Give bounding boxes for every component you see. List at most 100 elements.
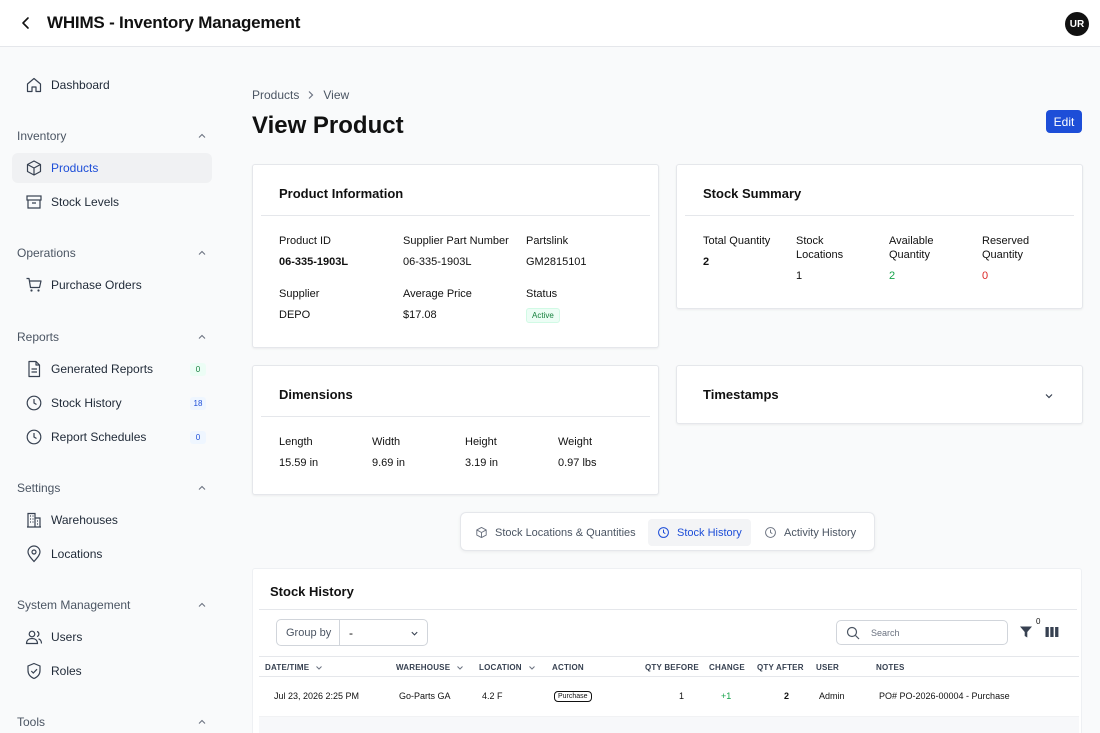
sidebar-item-products[interactable]: Products bbox=[12, 153, 212, 183]
product-information-card: Product Information Product ID 06-335-19… bbox=[252, 164, 659, 348]
search-input[interactable] bbox=[871, 625, 1001, 641]
sidebar-item-stock-levels[interactable]: Stock Levels bbox=[12, 187, 212, 217]
field-value: 2 bbox=[889, 270, 896, 282]
section-label: Inventory bbox=[17, 129, 67, 143]
tab-stock-locations[interactable]: Stock Locations & Quantities bbox=[467, 519, 644, 546]
field-label: Available Quantity bbox=[889, 235, 934, 261]
chevron-right-icon bbox=[308, 91, 314, 99]
users-icon bbox=[25, 630, 43, 645]
sidebar-item-roles[interactable]: Roles bbox=[12, 656, 212, 686]
archive-icon bbox=[26, 195, 42, 209]
field-value: GM2815101 bbox=[526, 256, 587, 268]
divider bbox=[261, 416, 650, 417]
table-row[interactable] bbox=[259, 717, 1079, 733]
filter-icon[interactable] bbox=[1019, 625, 1033, 639]
section-system-management[interactable]: System Management bbox=[17, 598, 207, 614]
sidebar-item-purchase-orders[interactable]: Purchase Orders bbox=[12, 270, 212, 300]
clock-icon bbox=[765, 527, 776, 538]
cell-qty-before: 1 bbox=[679, 691, 685, 701]
column-header-location[interactable]: LOCATION bbox=[479, 663, 536, 672]
sidebar-item-locations[interactable]: Locations bbox=[12, 539, 212, 569]
section-operations[interactable]: Operations bbox=[17, 246, 207, 262]
shield-check-icon bbox=[27, 662, 41, 680]
back-button[interactable] bbox=[16, 13, 36, 33]
tab-label: Activity History bbox=[784, 526, 857, 539]
sidebar-item-report-schedules[interactable]: Report Schedules 0 bbox=[12, 422, 212, 452]
column-header-warehouse[interactable]: WAREHOUSE bbox=[396, 663, 464, 672]
section-label: Tools bbox=[17, 715, 46, 729]
sidebar-item-dashboard[interactable]: Dashboard bbox=[12, 70, 212, 100]
filter-count-badge: 0 bbox=[1036, 617, 1041, 626]
sidebar-item-users[interactable]: Users bbox=[12, 622, 212, 652]
field-available-quantity: Available Quantity 2 bbox=[889, 234, 949, 283]
breadcrumb-current: View bbox=[323, 88, 350, 102]
main-content: Products View View Product Edit Product … bbox=[236, 48, 1100, 733]
count-badge: 0 bbox=[190, 363, 206, 376]
card-title: Product Information bbox=[279, 186, 404, 201]
field-value: 0 bbox=[982, 270, 989, 282]
tab-activity-history[interactable]: Activity History bbox=[756, 519, 864, 546]
field-label: Length bbox=[279, 436, 313, 448]
cart-icon bbox=[26, 277, 42, 292]
group-by-select[interactable]: Group by - bbox=[276, 619, 428, 646]
stock-history-panel: Stock History Group by - 0 DATE/TIME WAR… bbox=[252, 568, 1082, 733]
sidebar-item-label: Locations bbox=[51, 547, 103, 561]
field-weight: Weight 0.97 lbs bbox=[558, 435, 597, 470]
cell-user: Admin bbox=[819, 691, 845, 701]
field-stock-locations: Stock Locations 1 bbox=[796, 234, 856, 283]
column-header-user: USER bbox=[816, 663, 840, 672]
chevron-up-icon bbox=[198, 485, 206, 490]
sidebar-item-warehouses[interactable]: Warehouses bbox=[12, 505, 212, 535]
chevron-down-icon bbox=[316, 665, 323, 670]
card-title: Dimensions bbox=[279, 387, 353, 402]
sidebar-item-stock-history[interactable]: Stock History 18 bbox=[12, 388, 212, 418]
clock-icon bbox=[26, 429, 42, 445]
action-badge: Purchase bbox=[554, 691, 592, 702]
edit-button[interactable]: Edit bbox=[1046, 110, 1082, 133]
group-by-label: Group by bbox=[286, 627, 332, 639]
stock-summary-card: Stock Summary Total Quantity 2 Stock Loc… bbox=[676, 164, 1083, 309]
section-label: Operations bbox=[17, 246, 76, 260]
sidebar-item-label: Users bbox=[51, 630, 83, 644]
divider bbox=[259, 609, 1077, 610]
panel-title: Stock History bbox=[270, 584, 354, 599]
section-tools[interactable]: Tools bbox=[17, 715, 207, 731]
chevron-down-icon bbox=[411, 631, 418, 636]
avatar[interactable]: UR bbox=[1065, 12, 1089, 36]
field-label: Stock Locations bbox=[796, 235, 844, 261]
section-settings[interactable]: Settings bbox=[17, 481, 207, 497]
columns-icon[interactable] bbox=[1045, 626, 1059, 638]
status-badge: Active bbox=[526, 308, 560, 323]
card-title: Timestamps bbox=[703, 387, 779, 402]
field-value: 0.97 lbs bbox=[558, 457, 597, 469]
field-label: Status bbox=[526, 288, 558, 300]
column-label: WAREHOUSE bbox=[396, 663, 451, 672]
tab-stock-history[interactable]: Stock History bbox=[648, 519, 751, 546]
field-reserved-quantity: Reserved Quantity 0 bbox=[982, 234, 1042, 283]
sidebar-item-generated-reports[interactable]: Generated Reports 0 bbox=[12, 354, 212, 384]
column-header-qty-before: QTY BEFORE bbox=[645, 663, 699, 672]
cell-notes: PO# PO-2026-00004 - Purchase bbox=[879, 691, 1010, 701]
field-value: DEPO bbox=[279, 309, 311, 321]
field-value: $17.08 bbox=[403, 309, 437, 321]
app-title: WHIMS - Inventory Management bbox=[47, 13, 301, 32]
column-label: DATE/TIME bbox=[265, 663, 310, 672]
timestamps-card[interactable]: Timestamps bbox=[676, 365, 1083, 424]
field-value: 06-335-1903L bbox=[403, 256, 472, 268]
breadcrumb-products-link[interactable]: Products bbox=[252, 88, 299, 102]
chevron-left-icon bbox=[22, 17, 29, 29]
section-reports[interactable]: Reports bbox=[17, 330, 207, 346]
table-header: DATE/TIME WAREHOUSE LOCATION ACTION QTY … bbox=[259, 656, 1079, 677]
table-row[interactable]: Jul 23, 2026 2:25 PM Go-Parts GA 4.2 F P… bbox=[259, 677, 1079, 717]
column-header-action: ACTION bbox=[552, 663, 584, 672]
breadcrumb: Products View bbox=[252, 88, 349, 102]
section-inventory[interactable]: Inventory bbox=[17, 129, 207, 145]
field-supplier: Supplier DEPO bbox=[279, 287, 319, 322]
chevron-up-icon bbox=[198, 250, 206, 255]
top-bar: WHIMS - Inventory Management UR bbox=[0, 0, 1100, 47]
field-label: Height bbox=[465, 436, 497, 448]
section-label: System Management bbox=[17, 598, 131, 612]
sidebar-item-label: Purchase Orders bbox=[51, 278, 142, 292]
column-header-datetime[interactable]: DATE/TIME bbox=[265, 663, 323, 672]
cell-qty-after: 2 bbox=[784, 691, 790, 701]
